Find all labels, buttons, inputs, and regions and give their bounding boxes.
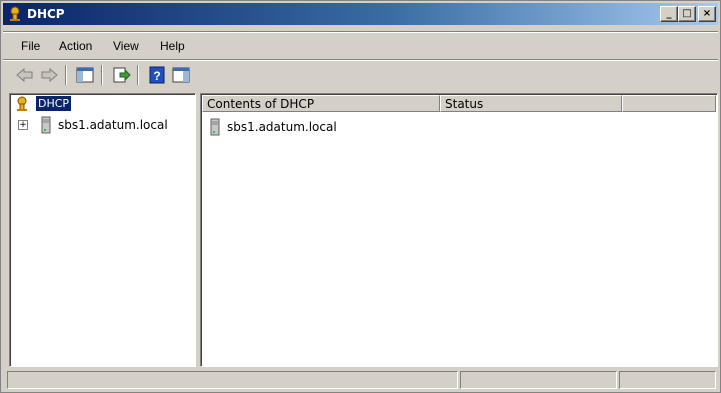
toolbar: ? — [3, 61, 718, 89]
menu-help[interactable]: Help — [160, 39, 185, 53]
back-arrow-icon[interactable] — [15, 65, 35, 85]
results-pane[interactable]: Contents of DHCP Status sbs1.adatum.loca… — [200, 93, 718, 367]
menubar-divider-top — [3, 31, 718, 33]
dhcp-icon — [7, 6, 23, 22]
title-bar[interactable]: DHCP _ □ × — [3, 3, 718, 25]
status-cell-secondary — [460, 371, 617, 389]
expand-toggle[interactable]: + — [18, 120, 28, 130]
status-cell-main — [7, 371, 458, 389]
list-item-server[interactable]: sbs1.adatum.local — [227, 120, 337, 134]
show-hide-tree-icon[interactable] — [75, 65, 95, 85]
server-icon — [40, 116, 52, 137]
forward-arrow-icon[interactable] — [39, 65, 59, 85]
svg-text:?: ? — [153, 69, 160, 83]
help-icon[interactable]: ? — [147, 65, 167, 85]
menu-view[interactable]: View — [113, 39, 139, 53]
tree-item-server[interactable]: sbs1.adatum.local — [58, 118, 168, 132]
column-header-status[interactable]: Status — [440, 95, 622, 112]
tree-item-label: DHCP — [36, 96, 72, 111]
dhcp-icon — [14, 96, 30, 115]
export-list-icon[interactable] — [111, 65, 131, 85]
dhcp-window: DHCP _ □ × File Action View Help ? DHCP … — [0, 0, 721, 393]
menu-action[interactable]: Action — [59, 39, 92, 53]
menu-bar: File Action View Help — [3, 35, 718, 57]
toolbar-separator — [65, 65, 67, 85]
list-header: Contents of DHCP Status — [202, 95, 716, 113]
show-hide-action-pane-icon[interactable] — [171, 65, 191, 85]
status-cell-tertiary — [619, 371, 716, 389]
column-header-empty[interactable] — [622, 95, 716, 112]
close-button[interactable]: × — [698, 6, 716, 22]
menu-file[interactable]: File — [21, 39, 40, 53]
server-icon — [209, 118, 221, 139]
status-bar — [3, 369, 718, 391]
toolbar-separator — [137, 65, 139, 85]
maximize-button[interactable]: □ — [678, 6, 696, 22]
window-title: DHCP — [27, 7, 65, 21]
console-tree-pane[interactable]: DHCP + sbs1.adatum.local — [9, 93, 196, 367]
toolbar-separator — [101, 65, 103, 85]
column-header-contents[interactable]: Contents of DHCP — [202, 95, 440, 112]
minimize-button[interactable]: _ — [660, 6, 678, 22]
